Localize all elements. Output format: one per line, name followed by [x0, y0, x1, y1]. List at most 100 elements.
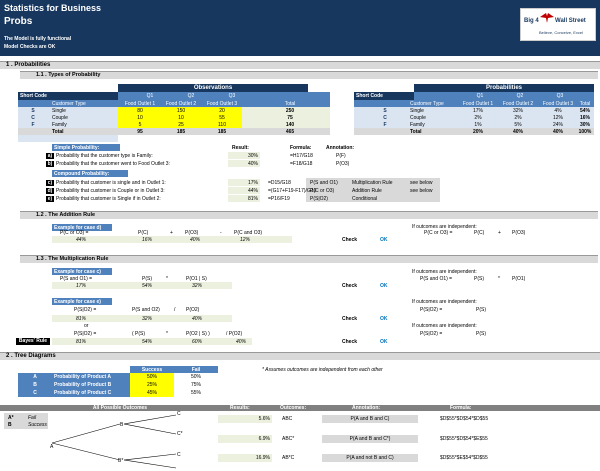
prob-cell: 1%: [474, 122, 482, 128]
obs-cell: 5: [138, 122, 142, 128]
outcome-code: ABC: [282, 416, 293, 422]
mult-b-ok-badge: OK: [380, 339, 388, 345]
prob-row-code: C: [383, 115, 387, 121]
outcome-annotation: P(A and not B and C): [346, 455, 394, 461]
prob-row-code: F: [383, 122, 387, 128]
mult-b-check: Check: [342, 339, 358, 345]
mult-b-indep-ps: P(S): [476, 331, 486, 337]
prob-q3: Q3: [556, 93, 564, 99]
prob-cell: 5%: [514, 122, 522, 128]
addition-check: Check: [342, 237, 358, 243]
mult-c-times: *: [166, 276, 168, 282]
addition-ok-badge: OK: [380, 237, 388, 243]
tree-row-success: 25%: [146, 382, 157, 388]
outcome-code: ABC*: [282, 436, 295, 442]
tree-row-label: Probability of Product C: [54, 390, 112, 396]
formula-header: Formula:: [290, 145, 312, 151]
prob-q1: Q1: [476, 93, 484, 99]
bayes-rule-label: Bayes' Rule: [16, 338, 50, 345]
prob-cell: 24%: [552, 122, 563, 128]
simple-key: b): [46, 161, 54, 167]
mult-c-indep-po1: P(O1): [512, 276, 526, 282]
compound-see-below: see below: [410, 180, 433, 186]
obs-row-code: F: [31, 122, 35, 128]
addition-indep-lhs: P(C or O3) =: [424, 230, 453, 236]
mult-e-indep-ps: P(S): [476, 307, 486, 313]
mult-c-po1s: P(O1 | S): [186, 276, 207, 282]
compound-question: Probability that customer is Couple or i…: [56, 188, 165, 194]
prob-q2: Q2: [516, 93, 524, 99]
node-b: B: [120, 422, 124, 428]
mult-b-val-1: 81%: [76, 339, 87, 345]
prob-cell: 20%: [472, 129, 483, 135]
mult-or: or: [84, 323, 89, 329]
mult-b-val-2: 54%: [142, 339, 153, 345]
outcome-formula: $D$55*$D$54*$E$55: [440, 436, 488, 442]
obs-cell: 185: [217, 129, 227, 135]
simple-annotation: P(F): [336, 153, 346, 159]
prob-row-type: Total: [410, 129, 422, 135]
page-header: Statistics for Business Probs The Model …: [0, 0, 600, 56]
tree-row-label: Probability of Product A: [54, 374, 112, 380]
prob-cell: 32%: [512, 108, 523, 114]
prob-row-type: Couple: [410, 115, 426, 121]
simple-annotation: P(O3): [336, 161, 350, 167]
mult-c-check: Check: [342, 283, 358, 289]
obs-row-type: Couple: [52, 115, 68, 121]
outcome-code: AB*C: [282, 455, 295, 461]
simple-formula: =F18/G18: [290, 161, 313, 167]
obs-cell: 140: [285, 122, 295, 128]
status-functional: The Model is fully functional: [4, 36, 72, 42]
addition-eq-lhs: P(C or O3) =: [60, 230, 89, 236]
outcome-annotation: P(A and B and C*): [349, 436, 391, 442]
legend-key-fail: A*: [8, 415, 14, 421]
legend-success: Success: [28, 422, 47, 428]
mult-e-po2: P(O2): [186, 307, 200, 313]
prob-cell: 40%: [552, 129, 563, 135]
simple-result: 40%: [247, 161, 258, 167]
mult-c-val-1: 17%: [76, 283, 87, 289]
prob-cell: 100%: [578, 129, 592, 135]
compound-key: c): [46, 180, 54, 186]
mult-c-lhs: P(S and O1) =: [60, 276, 93, 282]
mult-c-indep-ps: P(S): [474, 276, 484, 282]
prob-row-type: Single: [410, 108, 424, 114]
compound-result: 44%: [247, 188, 258, 194]
app-title: Statistics for Business: [4, 3, 102, 13]
eagle-icon: [540, 13, 554, 23]
tree-assumption-note: * Assumes outcomes are independent from …: [262, 367, 383, 373]
tree-fail-header: Fail: [191, 367, 201, 373]
mult-b-po2s: P(O2 | S) ): [186, 331, 210, 337]
prob-cell: 2%: [474, 115, 482, 121]
compound-rule: Addition Rule: [352, 188, 382, 194]
obs-cell: 95: [137, 129, 143, 135]
addition-eq-po3: P(O3): [185, 230, 199, 236]
obs-cell: 75: [287, 115, 293, 121]
obs-cell: 185: [176, 129, 186, 135]
simple-question: Probability that the customer went to Fo…: [56, 161, 170, 167]
mult-e-val-1: 81%: [76, 316, 87, 322]
obs-cell: 55: [219, 115, 225, 121]
addition-indep-pc: P(C): [474, 230, 485, 236]
section-tree-diagrams: 2 . Tree Diagrams: [0, 352, 600, 360]
mult-c-ps: P(S): [142, 276, 152, 282]
tree-diagram: A B B* C C* C: [50, 411, 183, 469]
mult-e-check: Check: [342, 316, 358, 322]
prob-cell: 40%: [512, 129, 523, 135]
obs-row-type: Family: [52, 122, 67, 128]
obs-cell: 80: [137, 108, 143, 114]
compound-formula: =P16/F19: [268, 196, 290, 202]
compound-annotation: P(S|O2): [310, 196, 328, 202]
simple-question: Probability that the customer type is Fa…: [56, 153, 153, 159]
addition-eq-minus: -: [220, 230, 222, 236]
obs-row-code: S: [31, 108, 35, 114]
simple-prob-title: Simple Probability:: [54, 145, 100, 151]
prob-cell: 16%: [579, 115, 590, 121]
tree-formula-header: Formula:: [450, 405, 472, 411]
compound-key: d): [46, 188, 54, 194]
obs-cell: 20: [219, 108, 225, 114]
simple-result: 30%: [247, 153, 258, 159]
mult-e-val-2: 32%: [142, 316, 153, 322]
tree-annotation-header: Annotation:: [352, 405, 381, 411]
prob-cell: 2%: [514, 115, 522, 121]
